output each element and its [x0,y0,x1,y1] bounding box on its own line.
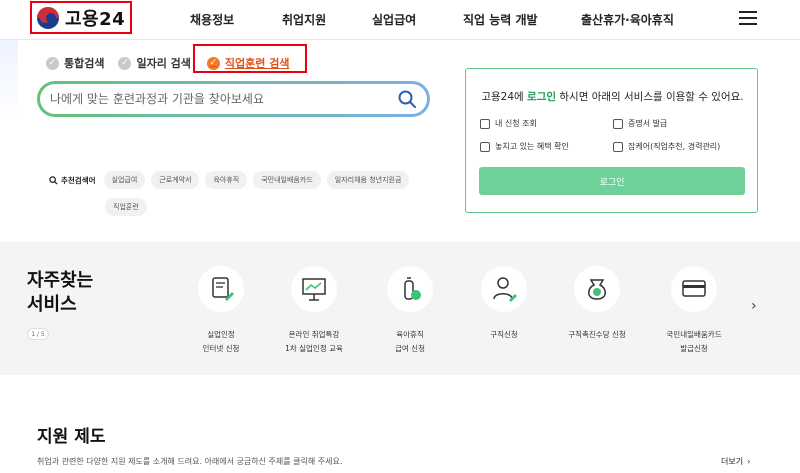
check-icon: ✓ [206,56,220,70]
more-label: 더보기 [721,457,744,466]
tab-label: 일자리 검색 [136,57,191,70]
service-label: 증명서 발급 [628,119,668,128]
keyword-chip[interactable]: 실업급여 [103,171,146,189]
support-description: 취업과 관련한 다양한 지원 제도를 소개해 드려요. 아래에서 궁금하신 주제… [37,457,343,466]
more-link[interactable]: 더보기 › [721,456,750,467]
login-message-suffix: 하시면 아래의 서비스를 이용할 수 있어요. [559,91,744,103]
briefcase-icon [613,141,623,152]
keyword-chip[interactable]: 직업훈련 [105,198,147,216]
check-icon: ✓ [46,56,59,70]
service-card[interactable]: 온라인 취업특강 1차 실업인정 교육 [264,266,364,356]
keyword-chip[interactable]: 육아휴직 [205,171,248,189]
search-input[interactable] [50,92,390,106]
service-card-label: 온라인 취업특강 1차 실업인정 교육 [285,330,343,353]
section-title: 자주찾는 서비스 [27,269,93,317]
search-bar [37,81,430,117]
tab-label: 통합검색 [64,57,105,70]
keyword-chip[interactable]: 일자리채움 청년지원금 [326,171,410,189]
pager: 1 / 5 [27,328,49,340]
support-title: 지원 제도 [37,427,106,447]
recommended-keywords: 추천검색어 실업급여 근로계약서 육아휴직 국민내일배움카드 일자리채움 청년지… [49,171,415,189]
recommended-label: 추천검색어 [49,175,96,186]
service-card-label: 국민내일배움카드 발급신청 [666,330,722,353]
money-bag-icon [574,266,620,312]
logo[interactable]: 고용24 [30,1,132,34]
presentation-board-icon [291,266,337,312]
document-search-icon [480,141,490,152]
service-label: 내 신청 조회 [495,119,537,128]
recommended-label-text: 추천검색어 [61,175,96,185]
service-card-label: 육아휴직 급여 신청 [395,330,425,353]
logo-text: 고용24 [65,8,126,30]
service-certificate[interactable]: 증명서 발급 [613,118,667,129]
nav-item-jobs[interactable]: 채용정보 [190,11,234,28]
tab-integrated-search[interactable]: ✓ 통합검색 [46,55,104,71]
check-icon: ✓ [118,56,132,70]
login-message-prefix: 고용24에 [481,91,524,103]
recommended-keywords-row2: 직업훈련 [105,194,153,216]
tab-job-search[interactable]: ✓ 일자리 검색 [118,55,191,71]
chevron-right-icon: › [747,457,751,466]
document-pen-icon [198,266,244,312]
chevron-right-icon[interactable]: › [751,298,757,314]
nav-item-vocational-training[interactable]: 직업 능력 개발 [463,11,538,28]
login-panel: 고용24에 로그인 하시면 아래의 서비스를 이용할 수 있어요. 내 신청 조… [465,68,758,213]
service-card-label: 구직신청 [490,330,518,339]
hamburger-menu-icon[interactable] [739,11,757,25]
tab-label: 직업훈련 검색 [224,57,290,70]
baby-bottle-icon [387,266,433,312]
keyword-chip[interactable]: 국민내일배움카드 [253,171,321,189]
service-card[interactable]: 국민내일배움카드 발급신청 [644,266,744,356]
service-missed-benefits[interactable]: 놓치고 있는 혜택 확인 [480,141,569,152]
frequent-services: 자주찾는 서비스 1 / 5 실업인정 인터넷 신청 온라인 취업특강 1차 실… [0,242,800,375]
section-title-line2: 서비스 [27,294,77,315]
service-label: 놓치고 있는 혜택 확인 [495,142,569,151]
service-jobcare[interactable]: 잡케어(직업추천, 경력관리) [613,141,720,152]
search-icon[interactable] [397,89,417,109]
service-card-label: 구직촉진수당 신청 [568,330,626,339]
service-my-applications[interactable]: 내 신청 조회 [480,118,537,129]
printer-icon [613,118,623,129]
nav-item-unemployment-benefit[interactable]: 실업급여 [372,11,416,28]
service-card[interactable]: 육아휴직 급여 신청 [360,266,460,356]
service-label: 잡케어(직업추천, 경력관리) [628,142,721,151]
site-header: 고용24 채용정보 취업지원 실업급여 직업 능력 개발 출산휴가·육아휴직 [0,0,800,40]
login-message: 고용24에 로그인 하시면 아래의 서비스를 이용할 수 있어요. [466,89,759,104]
keyword-chip[interactable]: 근로계약서 [151,171,200,189]
service-card-label: 실업인정 인터넷 신청 [202,330,240,353]
tab-training-search[interactable]: ✓ 직업훈련 검색 [206,55,290,71]
credit-card-icon [671,266,717,312]
login-link[interactable]: 로그인 [527,91,556,103]
search-small-icon [49,175,58,185]
taegeuk-logo-icon [37,6,59,29]
nav-item-employment-support[interactable]: 취업지원 [282,11,326,28]
list-icon [480,118,490,129]
service-card[interactable]: 구직신청 [454,266,554,342]
service-card[interactable]: 구직촉진수당 신청 [547,266,647,342]
login-button[interactable]: 로그인 [479,167,745,195]
service-card[interactable]: 실업인정 인터넷 신청 [171,266,271,356]
person-pen-icon [481,266,527,312]
nav-item-parental-leave[interactable]: 출산휴가·육아휴직 [581,11,674,28]
search-tabs: ✓ 통합검색 ✓ 일자리 검색 ✓ 직업훈련 검색 [46,52,303,74]
background-decoration [0,40,18,120]
section-title-line1: 자주찾는 [27,270,94,291]
